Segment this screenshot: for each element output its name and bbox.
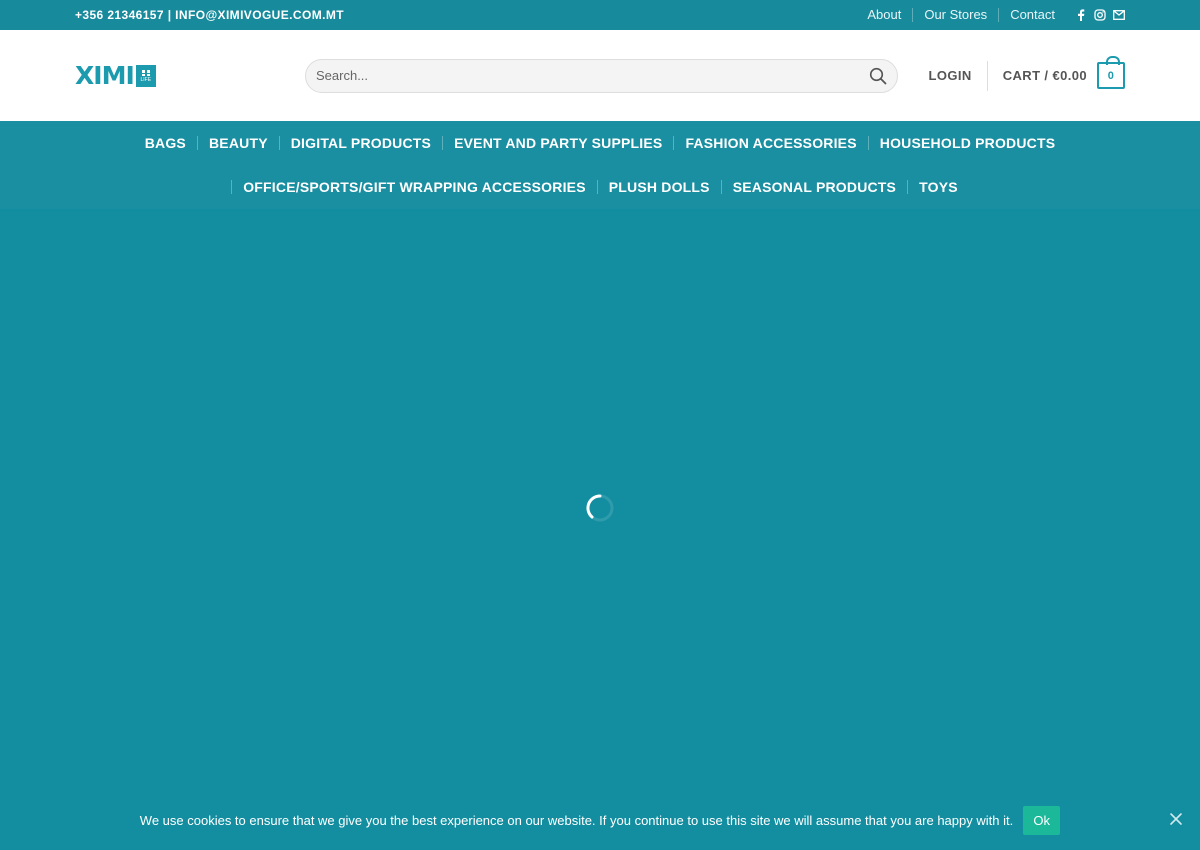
category-office-sports-gift[interactable]: OFFICE/SPORTS/GIFT WRAPPING ACCESSORIES (232, 180, 597, 194)
category-plush-dolls[interactable]: PLUSH DOLLS (596, 180, 721, 194)
site-header: XIMI LIFE LOGIN CART / €0.00 0 (0, 30, 1200, 121)
social-icons (1074, 9, 1125, 22)
search-bar (305, 58, 898, 93)
category-fashion-accessories[interactable]: FASHION ACCESSORIES (673, 136, 867, 150)
category-nav: BAGS BEAUTY DIGITAL PRODUCTS EVENT AND P… (0, 121, 1200, 209)
category-toys[interactable]: TOYS (907, 180, 969, 194)
loading-spinner-icon (585, 493, 615, 523)
category-digital-products[interactable]: DIGITAL PRODUCTS (278, 136, 442, 150)
email-icon[interactable] (1112, 9, 1125, 22)
logo-badge: LIFE (135, 64, 156, 87)
close-icon[interactable] (1169, 812, 1183, 826)
site-logo[interactable]: XIMI LIFE (75, 61, 305, 90)
category-seasonal-products[interactable]: SEASONAL PRODUCTS (720, 180, 907, 194)
facebook-icon[interactable] (1074, 9, 1087, 22)
logo-text: XIMI (75, 61, 135, 90)
top-links: About Our Stores Contact (856, 8, 1125, 22)
search-icon[interactable] (869, 67, 887, 85)
logo-tag: LIFE (140, 76, 152, 83)
link-our-stores[interactable]: Our Stores (912, 8, 998, 22)
account-nav: LOGIN CART / €0.00 0 (929, 56, 1125, 91)
link-contact[interactable]: Contact (998, 8, 1066, 22)
cart-count-badge: 0 (1097, 56, 1125, 89)
cart-link[interactable]: CART / €0.00 0 (988, 56, 1125, 89)
category-beauty[interactable]: BEAUTY (196, 136, 279, 150)
category-household-products[interactable]: HOUSEHOLD PRODUCTS (867, 136, 1067, 150)
login-link[interactable]: LOGIN (929, 60, 988, 91)
cookie-ok-button[interactable]: Ok (1023, 805, 1061, 835)
search-input[interactable] (316, 68, 869, 83)
cookie-notice: We use cookies to ensure that we give yo… (0, 790, 1200, 850)
link-about[interactable]: About (856, 8, 912, 22)
cart-label: CART / €0.00 (1002, 68, 1087, 83)
category-event-party-supplies[interactable]: EVENT AND PARTY SUPPLIES (442, 136, 673, 150)
category-bags[interactable]: BAGS (134, 136, 197, 150)
cookie-message: We use cookies to ensure that we give yo… (139, 812, 1014, 828)
category-row-2: OFFICE/SPORTS/GIFT WRAPPING ACCESSORIES … (0, 165, 1200, 209)
top-bar: +356 21346157 | INFO@XIMIVOGUE.COM.MT Ab… (0, 0, 1200, 30)
instagram-icon[interactable] (1093, 9, 1106, 22)
category-row-1: BAGS BEAUTY DIGITAL PRODUCTS EVENT AND P… (0, 121, 1200, 165)
contact-info: +356 21346157 | INFO@XIMIVOGUE.COM.MT (75, 8, 344, 22)
